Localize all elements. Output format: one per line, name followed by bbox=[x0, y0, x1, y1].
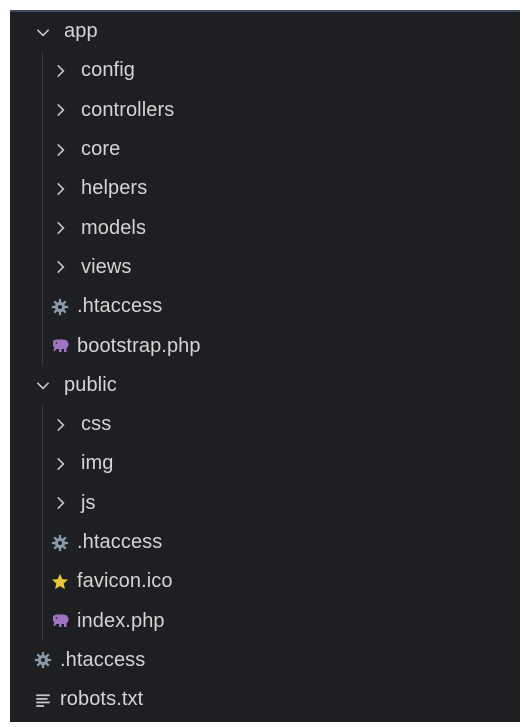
indent-guide bbox=[42, 404, 43, 445]
indent-guide bbox=[42, 247, 43, 288]
chevron-down-icon[interactable] bbox=[32, 374, 54, 396]
folder-item-css[interactable]: css bbox=[10, 404, 520, 445]
indent-guide bbox=[42, 601, 43, 641]
indent-guide bbox=[42, 444, 43, 484]
chevron-right-icon[interactable] bbox=[49, 178, 71, 200]
file-item-dot-htaccess[interactable]: .htaccess bbox=[10, 641, 520, 680]
tree-item-label: models bbox=[81, 216, 147, 239]
chevron-right-icon[interactable] bbox=[49, 60, 71, 82]
tree-item-label: views bbox=[81, 255, 132, 278]
indent-guide bbox=[42, 208, 43, 248]
chevron-right-icon[interactable] bbox=[49, 139, 71, 161]
file-explorer: app config controllers core helpers models vie… bbox=[10, 10, 520, 722]
folder-item-config[interactable]: config bbox=[10, 51, 520, 91]
folder-item-core[interactable]: core bbox=[10, 129, 520, 170]
tree-item-label: css bbox=[81, 413, 112, 436]
chevron-right-icon[interactable] bbox=[49, 453, 71, 475]
tree-item-label: robots.txt bbox=[60, 688, 144, 711]
indent-guide bbox=[42, 51, 43, 91]
tree-item-label: public bbox=[64, 373, 117, 396]
chevron-right-icon[interactable] bbox=[49, 217, 71, 239]
tree-item-label: img bbox=[81, 452, 114, 475]
file-item-bootstrap-php[interactable]: bootstrap.php bbox=[10, 326, 520, 366]
tree-item-label: .htaccess bbox=[60, 648, 146, 671]
php-elephant-icon bbox=[49, 610, 71, 632]
indent-guide bbox=[42, 169, 43, 209]
folder-item-public[interactable]: public bbox=[10, 366, 520, 405]
file-item-robots-txt[interactable]: robots.txt bbox=[10, 680, 520, 719]
tree-item-label: js bbox=[81, 491, 96, 514]
indent-guide bbox=[42, 522, 43, 563]
chevron-right-icon[interactable] bbox=[49, 256, 71, 278]
indent-guide bbox=[42, 326, 43, 366]
folder-item-helpers[interactable]: helpers bbox=[10, 169, 520, 209]
text-lines-icon bbox=[32, 689, 54, 711]
php-elephant-icon bbox=[49, 335, 71, 357]
file-item-dot-htaccess[interactable]: .htaccess bbox=[10, 287, 520, 327]
tree-item-label: .htaccess bbox=[77, 295, 163, 318]
gear-icon bbox=[49, 296, 71, 318]
file-item-favicon-ico[interactable]: favicon.ico bbox=[10, 562, 520, 602]
indent-guide bbox=[42, 562, 43, 602]
chevron-right-icon[interactable] bbox=[49, 414, 71, 436]
folder-item-views[interactable]: views bbox=[10, 247, 520, 288]
folder-item-img[interactable]: img bbox=[10, 444, 520, 484]
indent-guide bbox=[42, 287, 43, 327]
star-icon bbox=[49, 571, 71, 593]
chevron-right-icon[interactable] bbox=[49, 99, 71, 121]
file-tree: app config controllers core helpers models vie… bbox=[10, 12, 520, 719]
file-item-index-php[interactable]: index.php bbox=[10, 601, 520, 641]
file-item-dot-htaccess[interactable]: .htaccess bbox=[10, 522, 520, 563]
indent-guide bbox=[42, 483, 43, 523]
tree-item-label: favicon.ico bbox=[77, 570, 173, 593]
tree-item-label: bootstrap.php bbox=[77, 334, 201, 357]
indent-guide bbox=[42, 129, 43, 170]
folder-item-app[interactable]: app bbox=[10, 12, 520, 51]
chevron-right-icon[interactable] bbox=[49, 492, 71, 514]
tree-item-label: config bbox=[81, 59, 135, 82]
tree-item-label: app bbox=[64, 20, 98, 43]
indent-guide bbox=[42, 90, 43, 130]
chevron-down-icon[interactable] bbox=[32, 21, 54, 43]
tree-item-label: controllers bbox=[81, 98, 175, 121]
tree-item-label: helpers bbox=[81, 177, 148, 200]
tree-item-label: index.php bbox=[77, 609, 165, 632]
tree-item-label: core bbox=[81, 138, 121, 161]
folder-item-js[interactable]: js bbox=[10, 483, 520, 523]
gear-icon bbox=[32, 649, 54, 671]
gear-icon bbox=[49, 532, 71, 554]
folder-item-controllers[interactable]: controllers bbox=[10, 90, 520, 130]
tree-item-label: .htaccess bbox=[77, 531, 163, 553]
folder-item-models[interactable]: models bbox=[10, 208, 520, 248]
